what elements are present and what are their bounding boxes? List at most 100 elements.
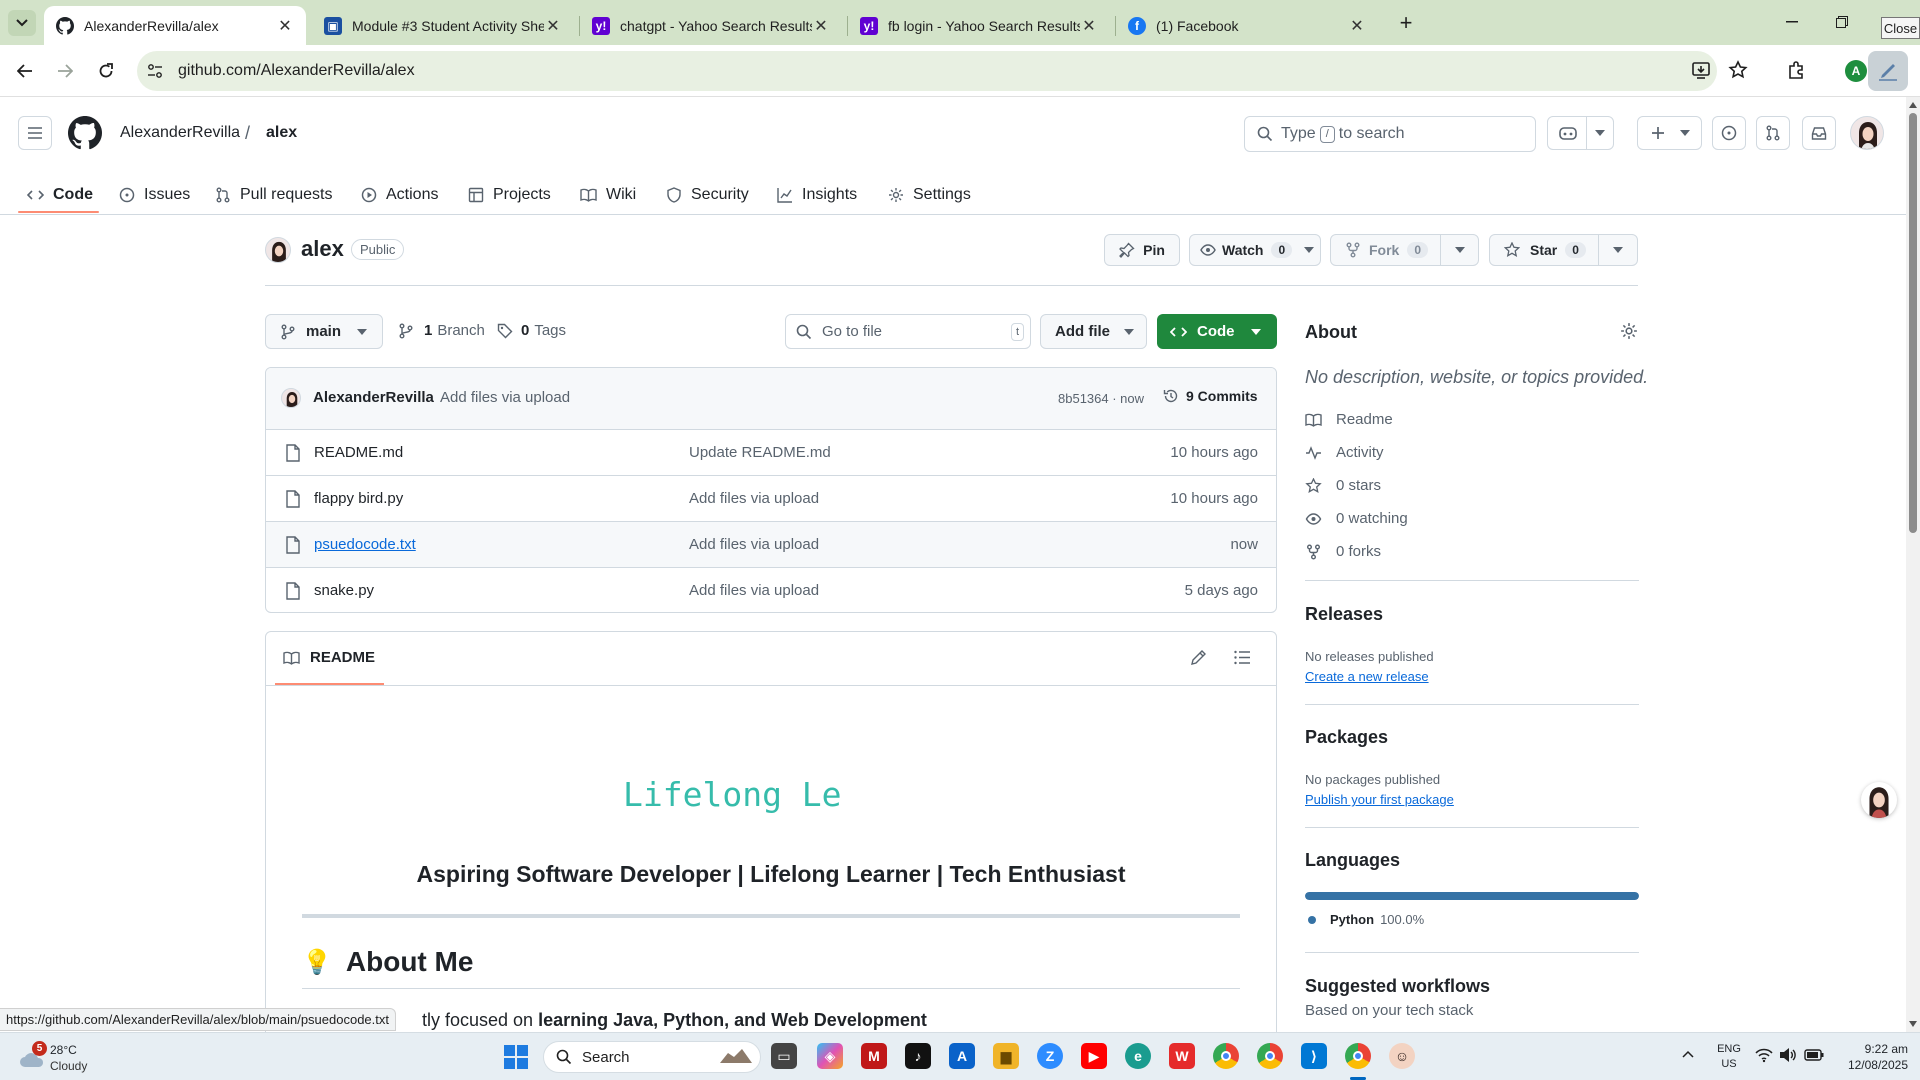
tab-search-button[interactable] — [8, 10, 36, 36]
commit-sha-time[interactable]: 8b51364 · now — [1058, 391, 1144, 406]
scrollbar-up-arrow[interactable] — [1909, 102, 1917, 108]
avatar-app-icon[interactable]: ☺ — [1389, 1043, 1415, 1069]
reload-button[interactable] — [92, 57, 120, 85]
file-commit-message[interactable]: Add files via upload — [689, 490, 819, 507]
go-to-file-input[interactable]: Go to file t — [785, 314, 1031, 349]
tab-projects[interactable]: Projects — [468, 177, 551, 213]
youtube-icon[interactable]: ▶ — [1081, 1043, 1107, 1069]
floating-assistant-avatar[interactable] — [1861, 782, 1897, 818]
restore-button[interactable] — [1826, 10, 1858, 34]
search-input[interactable]: Type / to search — [1244, 116, 1536, 152]
publish-package-link[interactable]: Publish your first package — [1305, 792, 1454, 807]
tags-link[interactable]: 0 Tags — [497, 322, 566, 339]
triangle-down-icon[interactable] — [1612, 247, 1623, 253]
user-avatar[interactable] — [1850, 116, 1884, 150]
copilot-button[interactable] — [1547, 116, 1614, 150]
file-name[interactable]: snake.py — [314, 582, 374, 599]
issues-button[interactable] — [1712, 116, 1746, 150]
releases-heading[interactable]: Releases — [1305, 604, 1383, 625]
browser-tab-facebook[interactable]: f (1) Facebook ✕ — [1116, 6, 1378, 45]
breadcrumb-owner[interactable]: AlexanderRevilla — [120, 124, 240, 142]
watch-button[interactable]: Watch 0 — [1189, 234, 1321, 266]
browser-tab-module[interactable]: ▣ Module #3 Student Activity She ✕ — [312, 6, 574, 45]
vscode-icon[interactable]: ⟩ — [1301, 1043, 1327, 1069]
readme-tab[interactable]: README — [283, 649, 375, 666]
task-view-icon[interactable]: ▭ — [771, 1043, 797, 1069]
file-commit-message[interactable]: Add files via upload — [689, 536, 819, 553]
close-icon[interactable]: ✕ — [812, 16, 830, 36]
packages-heading[interactable]: Packages — [1305, 727, 1388, 748]
mcafee-icon[interactable]: M — [861, 1043, 887, 1069]
tab-insights[interactable]: Insights — [777, 177, 857, 213]
create-release-link[interactable]: Create a new release — [1305, 669, 1429, 684]
back-button[interactable] — [11, 57, 39, 85]
commit-message[interactable]: Add files via upload — [440, 389, 570, 406]
tab-actions[interactable]: Actions — [361, 177, 438, 213]
extensions-icon[interactable] — [1786, 60, 1806, 80]
branch-selector[interactable]: main — [265, 314, 383, 349]
chrome-profile-icon[interactable] — [1257, 1043, 1283, 1069]
battery-icon[interactable] — [1804, 1048, 1824, 1062]
file-name[interactable]: flappy bird.py — [314, 490, 403, 507]
edit-readme-button[interactable] — [1190, 649, 1207, 666]
file-commit-message[interactable]: Add files via upload — [689, 582, 819, 599]
inbox-button[interactable] — [1802, 116, 1836, 150]
browser-tab-chatgpt-search[interactable]: y! chatgpt - Yahoo Search Results ✕ — [580, 6, 842, 45]
tiktok-icon[interactable]: ♪ — [905, 1043, 931, 1069]
url-text[interactable]: github.com/AlexanderRevilla/alex — [178, 62, 415, 80]
about-settings-button[interactable] — [1620, 322, 1638, 340]
branches-link[interactable]: 1 Branch — [398, 322, 485, 339]
tab-issues[interactable]: Issues — [119, 177, 190, 213]
about-forks-link[interactable]: 0 forks — [1305, 543, 1381, 560]
volume-icon[interactable] — [1779, 1047, 1797, 1063]
show-hidden-icons[interactable] — [1682, 1050, 1694, 1058]
bookmark-star-icon[interactable] — [1728, 60, 1748, 80]
scrollbar-down-arrow[interactable] — [1909, 1021, 1917, 1027]
site-info-icon[interactable] — [147, 63, 163, 79]
close-icon[interactable]: ✕ — [276, 16, 294, 36]
wifi-icon[interactable] — [1755, 1047, 1773, 1063]
chrome-active-icon[interactable] — [1345, 1043, 1371, 1069]
install-app-icon[interactable] — [1691, 60, 1711, 80]
fork-button[interactable]: Fork 0 — [1330, 234, 1479, 266]
weather-widget[interactable]: 5 28°C Cloudy — [16, 1041, 126, 1075]
close-icon[interactable]: ✕ — [1080, 16, 1098, 36]
copilot-app-icon[interactable]: ◈ — [817, 1043, 843, 1069]
minimize-button[interactable] — [1776, 10, 1808, 34]
triangle-down-icon[interactable] — [1595, 130, 1605, 136]
page-scrollbar[interactable] — [1906, 97, 1920, 1032]
pin-button[interactable]: Pin — [1104, 234, 1180, 266]
github-logo[interactable] — [68, 116, 102, 150]
tab-pull-requests[interactable]: Pull requests — [215, 177, 333, 213]
about-readme-link[interactable]: Readme — [1305, 411, 1393, 428]
new-tab-button[interactable]: + — [1392, 10, 1420, 36]
tab-wiki[interactable]: Wiki — [580, 177, 636, 213]
table-row[interactable]: psuedocode.txt Add files via upload now — [266, 521, 1276, 567]
breadcrumb-repo[interactable]: alex — [266, 124, 297, 142]
file-name[interactable]: psuedocode.txt — [314, 536, 416, 553]
create-new-button[interactable] — [1637, 116, 1702, 150]
edge-icon[interactable]: e — [1125, 1043, 1151, 1069]
azure-icon[interactable]: A — [949, 1043, 975, 1069]
global-menu-button[interactable] — [18, 116, 52, 150]
profile-avatar[interactable]: A — [1845, 60, 1867, 82]
table-row[interactable]: snake.py Add files via upload 5 days ago — [266, 567, 1276, 612]
taskbar-search[interactable]: Search — [543, 1041, 761, 1073]
file-name[interactable]: README.md — [314, 444, 403, 461]
chrome-icon[interactable] — [1213, 1043, 1239, 1069]
zoom-icon[interactable]: Z — [1037, 1043, 1063, 1069]
browser-tab-fb-search[interactable]: y! fb login - Yahoo Search Results ✕ — [848, 6, 1110, 45]
commits-link[interactable]: 9 Commits — [1163, 388, 1258, 404]
about-watching-link[interactable]: 0 watching — [1305, 510, 1408, 527]
wps-office-icon[interactable]: W — [1169, 1043, 1195, 1069]
language-legend-python[interactable]: Python 100.0% — [1308, 912, 1424, 927]
add-file-button[interactable]: Add file — [1040, 314, 1147, 349]
tab-security[interactable]: Security — [666, 177, 749, 213]
pull-requests-button[interactable] — [1756, 116, 1790, 150]
tab-code[interactable]: Code — [27, 177, 93, 213]
file-commit-message[interactable]: Update README.md — [689, 444, 831, 461]
scrollbar-thumb[interactable] — [1909, 113, 1917, 533]
star-button[interactable]: Star 0 — [1489, 234, 1638, 266]
triangle-down-icon[interactable] — [1455, 247, 1466, 253]
code-button[interactable]: Code — [1157, 314, 1277, 349]
